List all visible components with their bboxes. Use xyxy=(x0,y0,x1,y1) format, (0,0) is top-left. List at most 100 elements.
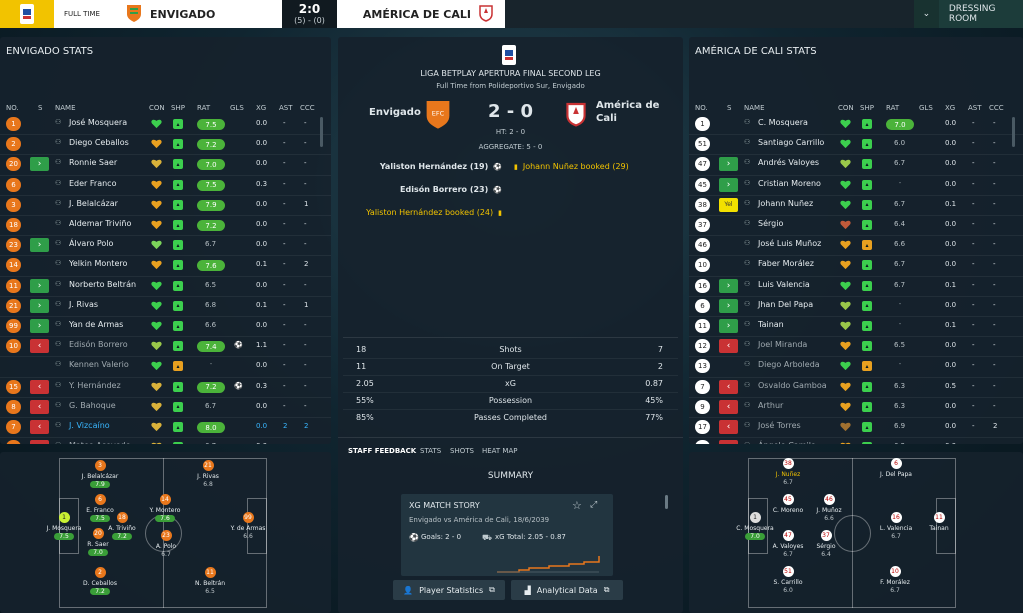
player-name[interactable]: Osvaldo Gamboa xyxy=(758,381,827,390)
player-name[interactable]: Ángelo Camilo xyxy=(758,441,816,444)
pitch-player[interactable]: 3 J. Belalcázar 7.9 xyxy=(75,460,125,488)
pitch-player[interactable]: 38 J. Nuñez 6.7 xyxy=(763,458,813,486)
player-name[interactable]: Johann Nuñez xyxy=(758,199,813,208)
player-name[interactable]: Diego Arboleda xyxy=(758,360,820,369)
xg-match-story-card[interactable]: XG MATCH STORY ☆ ⤢ Envigado vs América d… xyxy=(401,494,613,576)
player-name[interactable]: Jhan Del Papa xyxy=(758,300,813,309)
player-name[interactable]: C. Mosquera xyxy=(758,118,808,127)
competition-logo[interactable] xyxy=(0,0,54,28)
player-name[interactable]: Cristian Moreno xyxy=(758,179,821,188)
player-row[interactable]: 21 › ⚇ J. Rivas ▴ 6.8 0.1 - 1 xyxy=(0,295,331,316)
column-header[interactable]: RAT xyxy=(197,104,210,112)
player-row[interactable]: 17 ‹ ⚇ José Torres ▴ 6.9 0.0 - 2 xyxy=(689,417,1023,437)
player-row[interactable]: 14 ⚇ Yelkin Montero ▴ 7.6 0.1 - 2 xyxy=(0,255,331,275)
column-header[interactable]: SHP xyxy=(860,104,874,112)
player-row[interactable]: 1 ⚇ José Mosquera ▴ 7.5 0.0 - - xyxy=(0,114,331,134)
column-header[interactable]: CON xyxy=(149,104,165,112)
player-row[interactable]: 6 ⚇ Eder Franco ▴ 7.5 0.3 - - xyxy=(0,174,331,195)
player-name[interactable]: Faber Morález xyxy=(758,259,814,268)
column-header[interactable]: GLS xyxy=(919,104,933,112)
column-header[interactable]: S xyxy=(38,104,42,112)
column-header[interactable]: SHP xyxy=(171,104,185,112)
player-name[interactable]: José Torres xyxy=(758,421,801,430)
column-header[interactable]: AST xyxy=(968,104,982,112)
pitch-player[interactable]: 20 R. Saer 7.0 xyxy=(73,528,123,556)
player-row[interactable]: 9 ‹ ⚇ Mateo Acevedo ▴ 6.7 0.0 - - xyxy=(0,437,331,444)
player-name[interactable]: Arthur xyxy=(758,401,783,410)
player-row[interactable]: 13 ⚇ Diego Arboleda ▴ - 0.0 - - xyxy=(689,356,1023,376)
player-row[interactable]: 38 Yel ⚇ Johann Nuñez ▴ 6.7 0.1 - - xyxy=(689,194,1023,215)
column-header[interactable]: NAME xyxy=(744,104,765,112)
player-row[interactable]: 10 ⚇ Faber Morález ▴ 6.7 0.0 - - xyxy=(689,255,1023,275)
column-header[interactable]: S xyxy=(727,104,731,112)
tab-heat-map[interactable]: HEAT MAP xyxy=(482,447,517,455)
player-row[interactable]: 11 › ⚇ Tainan ▴ - 0.1 - - xyxy=(689,316,1023,336)
player-row[interactable]: 8 ‹ ⚇ G. Bahoque ▴ 6.7 0.0 - - xyxy=(0,396,331,417)
player-name[interactable]: Ronnie Saer xyxy=(69,158,117,167)
home-team[interactable]: ENVIGADO xyxy=(114,0,282,28)
column-header[interactable]: GLS xyxy=(230,104,244,112)
player-row[interactable]: 15 ‹ ⚇ Y. Hernández ▴ 7.2 ⚽ 0.3 - - xyxy=(0,376,331,397)
player-row[interactable]: 45 › ⚇ Cristian Moreno ▴ - 0.0 - - xyxy=(689,174,1023,195)
player-row[interactable]: 1 ⚇ C. Mosquera ▴ 7.0 0.0 - - xyxy=(689,114,1023,134)
player-name[interactable]: Tainan xyxy=(758,320,784,329)
player-row[interactable]: 37 ⚇ Sérgio ▴ 6.4 0.0 - - xyxy=(689,215,1023,235)
star-icon[interactable]: ☆ xyxy=(572,499,582,512)
pitch-player[interactable]: 10 F. Morález 6.7 xyxy=(870,566,920,594)
column-header[interactable]: AST xyxy=(279,104,293,112)
player-row[interactable]: ⚇ Kennen Valerio ▴ - 0.0 - - xyxy=(0,356,331,376)
player-row[interactable]: 47 › ⚇ Andrés Valoyes ▴ 6.7 0.0 - - xyxy=(689,154,1023,174)
player-name[interactable]: J. Vizcaíno xyxy=(69,421,110,430)
scrollbar[interactable] xyxy=(320,117,323,147)
player-name[interactable]: Andrés Valoyes xyxy=(758,158,819,167)
player-name[interactable]: Aldemar Triviño xyxy=(69,219,131,228)
analytical-data-button[interactable]: ▟ Analytical Data ⧉ xyxy=(511,580,623,600)
player-name[interactable]: Y. Hernández xyxy=(69,381,121,390)
expand-icon[interactable]: ⤢ xyxy=(590,500,597,510)
player-row[interactable]: 7 ‹ ⚇ Osvaldo Gamboa ▴ 6.3 0.5 - - xyxy=(689,376,1023,397)
player-row[interactable]: 7 ‹ ⚇ J. Vizcaíno ▴ 8.0 0.0 2 2 xyxy=(0,417,331,437)
pitch-player[interactable]: 37 Sérgio 6.4 xyxy=(801,530,851,558)
pitch-player[interactable]: 46 J. Muñoz 6.6 xyxy=(804,494,854,522)
column-header[interactable]: CCC xyxy=(300,104,315,112)
pitch-player[interactable]: 11 N. Beltrán 6.5 xyxy=(185,567,235,595)
column-header[interactable]: NO. xyxy=(6,104,19,112)
player-name[interactable]: Luis Valencia xyxy=(758,280,810,289)
pitch-player[interactable]: 51 S. Carrillo 6.0 xyxy=(763,566,813,594)
player-name[interactable]: Yelkin Montero xyxy=(69,259,127,268)
player-row[interactable]: 5 ‹ ⚇ Ángelo Camilo ▴ 6.2 0.0 - - xyxy=(689,437,1023,444)
column-header[interactable]: CON xyxy=(838,104,854,112)
player-row[interactable]: 6 › ⚇ Jhan Del Papa ▴ - 0.0 - - xyxy=(689,295,1023,316)
player-name[interactable]: Edisón Borrero xyxy=(69,340,128,349)
player-row[interactable]: 20 › ⚇ Ronnie Saer ▴ 7.0 0.0 - - xyxy=(0,154,331,174)
player-name[interactable]: Álvaro Polo xyxy=(69,239,113,248)
scrollbar[interactable] xyxy=(1012,117,1015,147)
away-team[interactable]: AMÉRICA DE CALI xyxy=(337,0,505,28)
player-name[interactable]: Sérgio xyxy=(758,219,783,228)
pitch-player[interactable]: 6 J. Del Papa xyxy=(871,458,921,478)
column-header[interactable]: NAME xyxy=(55,104,76,112)
tab-shots[interactable]: SHOTS xyxy=(450,447,474,455)
player-name[interactable]: Kennen Valerio xyxy=(69,360,129,369)
player-row[interactable]: 51 ⚇ Santiago Carrillo ▴ 6.0 0.0 - - xyxy=(689,134,1023,154)
column-header[interactable]: RAT xyxy=(886,104,899,112)
player-name[interactable]: Santiago Carrillo xyxy=(758,138,824,147)
pitch-player[interactable]: 14 Y. Montero 7.6 xyxy=(140,494,190,522)
player-name[interactable]: Mateo Acevedo xyxy=(69,441,131,444)
player-row[interactable]: 3 ⚇ J. Belalcázar ▴ 7.9 0.0 - 1 xyxy=(0,194,331,215)
scrollbar[interactable] xyxy=(665,495,668,509)
pitch-player[interactable]: 23 A. Polo 6.7 xyxy=(141,530,191,558)
player-row[interactable]: 23 › ⚇ Álvaro Polo ▴ 6.7 0.0 - - xyxy=(0,235,331,255)
dressing-room-button[interactable]: ⌄ DRESSING ROOM xyxy=(914,0,1023,28)
tab-stats[interactable]: STATS xyxy=(420,447,441,455)
column-header[interactable]: CCC xyxy=(989,104,1004,112)
player-name[interactable]: Joel Miranda xyxy=(758,340,807,349)
player-name[interactable]: J. Rivas xyxy=(69,300,98,309)
player-row[interactable]: 16 › ⚇ Luis Valencia ▴ 6.7 0.1 - - xyxy=(689,275,1023,296)
player-name[interactable]: Diego Ceballos xyxy=(69,138,129,147)
player-name[interactable]: Yan de Armas xyxy=(69,320,123,329)
player-name[interactable]: Eder Franco xyxy=(69,179,116,188)
player-name[interactable]: G. Bahoque xyxy=(69,401,116,410)
player-row[interactable]: 99 › ⚇ Yan de Armas ▴ 6.6 0.0 - - xyxy=(0,316,331,336)
player-name[interactable]: José Luis Muñoz xyxy=(758,239,821,248)
